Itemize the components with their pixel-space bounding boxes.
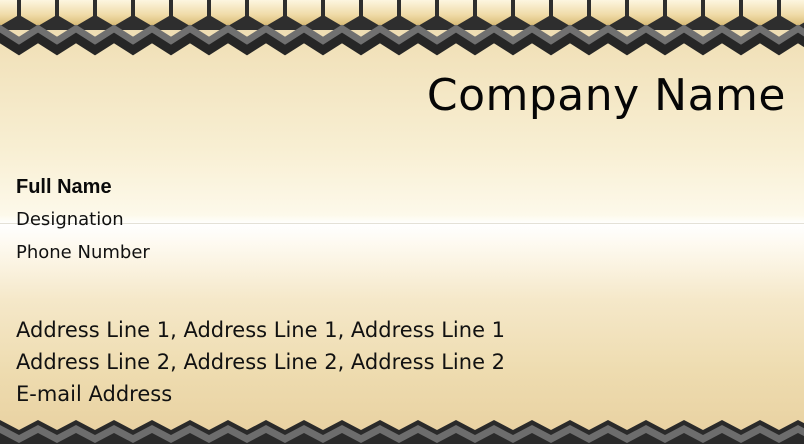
email-address: E-mail Address (16, 382, 173, 406)
hexagon-border-top (0, 0, 804, 56)
full-name: Full Name (16, 176, 112, 198)
business-card: Company Name Full Name Designation Phone… (0, 0, 804, 444)
address-line-1: Address Line 1, Address Line 1, Address … (16, 318, 506, 342)
address-line-2: Address Line 2, Address Line 2, Address … (16, 350, 506, 374)
zigzag-border-bottom (0, 420, 804, 444)
phone-number: Phone Number (16, 242, 150, 263)
designation: Designation (16, 209, 124, 230)
company-name: Company Name (426, 70, 786, 121)
